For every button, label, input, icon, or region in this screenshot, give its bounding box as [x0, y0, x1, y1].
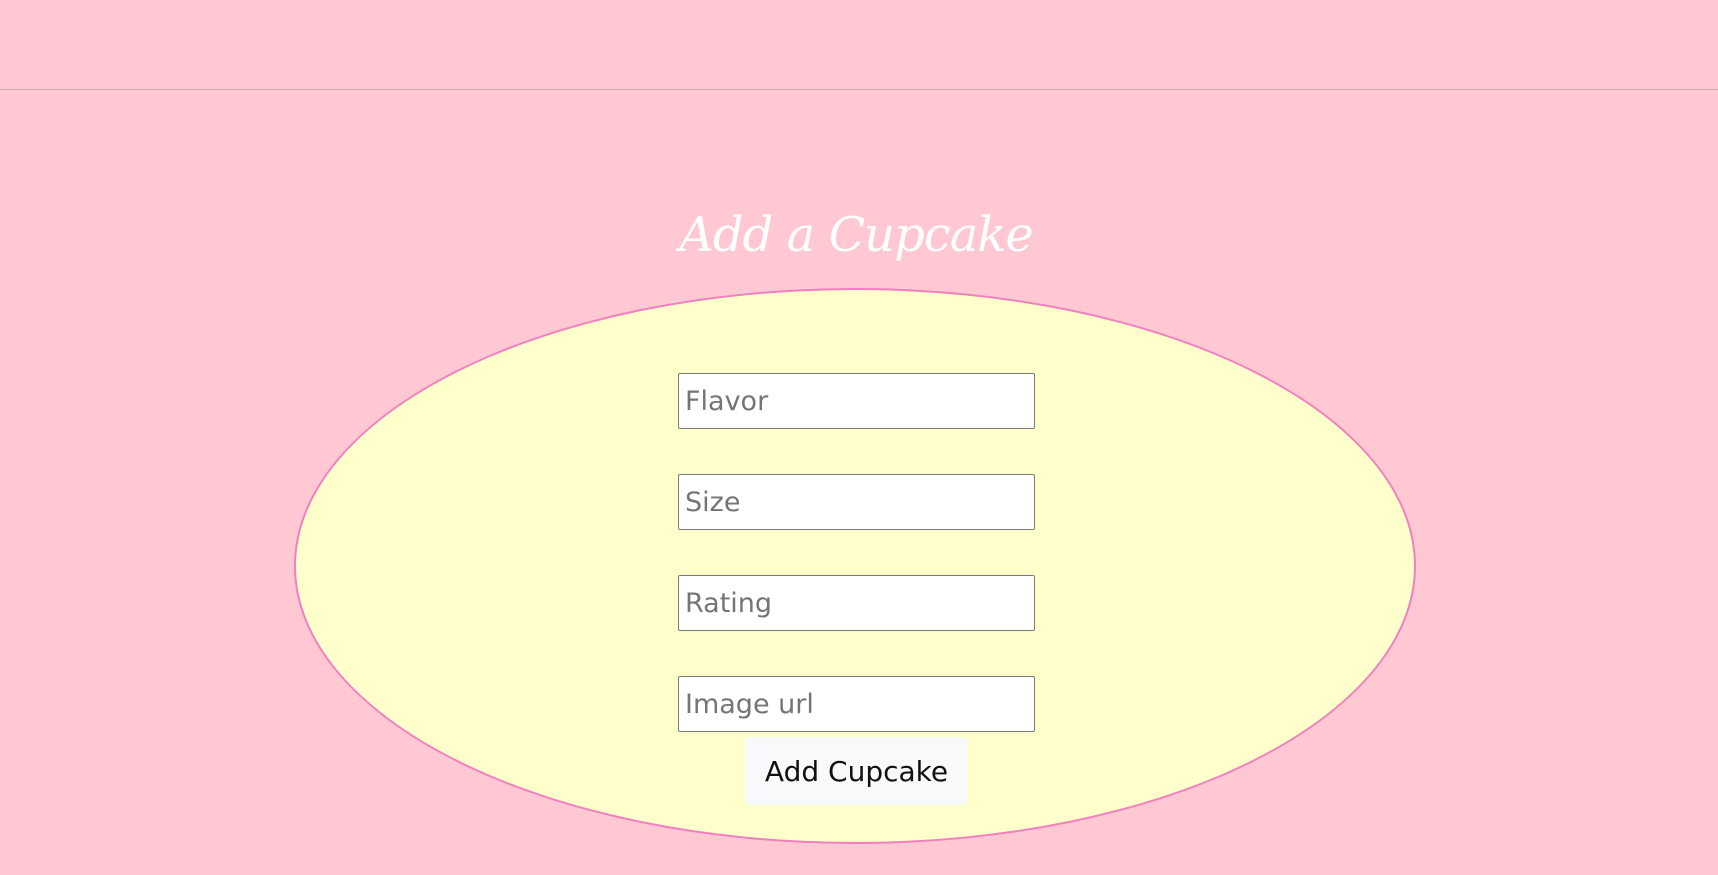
page-title: Add a Cupcake — [679, 207, 1034, 263]
add-cupcake-button[interactable]: Add Cupcake — [745, 737, 968, 805]
page: Add a Cupcake Add Cupcake — [0, 0, 1718, 875]
top-divider — [0, 89, 1718, 90]
size-input[interactable] — [678, 474, 1035, 530]
rating-input[interactable] — [678, 575, 1035, 631]
image-url-input[interactable] — [678, 676, 1035, 732]
flavor-input[interactable] — [678, 373, 1035, 429]
